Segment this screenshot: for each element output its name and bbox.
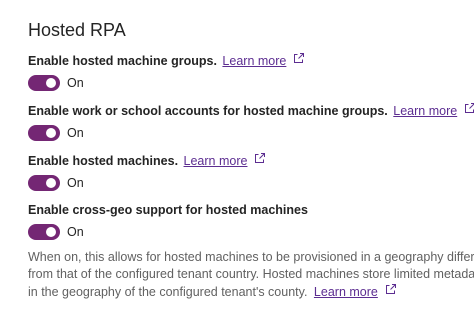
- external-link-icon[interactable]: [254, 152, 266, 164]
- learn-more-link[interactable]: Learn more: [393, 104, 457, 118]
- external-link-icon[interactable]: [385, 283, 397, 295]
- toggle-switch[interactable]: [28, 75, 60, 91]
- section-title: Hosted RPA: [28, 20, 126, 40]
- setting-cross-geo-support: Enable cross-geo support for hosted mach…: [28, 202, 474, 242]
- description-line: from that of the configured tenant count…: [28, 267, 474, 281]
- toggle-state-label: On: [67, 126, 84, 140]
- learn-more-link[interactable]: Learn more: [222, 54, 286, 68]
- toggle-switch[interactable]: [28, 175, 60, 191]
- setting-label: Enable hosted machine groups.: [28, 54, 217, 68]
- toggle-knob: [46, 227, 56, 237]
- toggle-switch[interactable]: [28, 125, 60, 141]
- toggle-state-label: On: [67, 76, 84, 90]
- toggle-knob: [46, 178, 56, 188]
- description-line: in the geography of the configured tenan…: [28, 285, 308, 299]
- toggle-knob: [46, 78, 56, 88]
- setting-label: Enable hosted machines.: [28, 154, 179, 168]
- setting-work-school-accounts: Enable work or school accounts for hoste…: [28, 102, 474, 143]
- toggle-switch[interactable]: [28, 224, 60, 240]
- setting-label: Enable work or school accounts for hoste…: [28, 104, 388, 118]
- hosted-rpa-section: Hosted RPA Enable hosted machine groups.…: [28, 18, 474, 301]
- toggle-state-label: On: [67, 225, 84, 239]
- toggle-state-label: On: [67, 176, 84, 190]
- learn-more-link[interactable]: Learn more: [184, 154, 248, 168]
- setting-hosted-machines: Enable hosted machines. Learn more On: [28, 152, 474, 193]
- description-line: When on, this allows for hosted machines…: [28, 250, 474, 264]
- setting-hosted-machine-groups: Enable hosted machine groups. Learn more…: [28, 52, 474, 93]
- external-link-icon[interactable]: [464, 102, 474, 114]
- setting-label: Enable cross-geo support for hosted mach…: [28, 203, 308, 217]
- learn-more-link[interactable]: Learn more: [314, 285, 378, 299]
- external-link-icon[interactable]: [293, 52, 305, 64]
- cross-geo-description: When on, this allows for hosted machines…: [28, 249, 474, 301]
- toggle-knob: [46, 128, 56, 138]
